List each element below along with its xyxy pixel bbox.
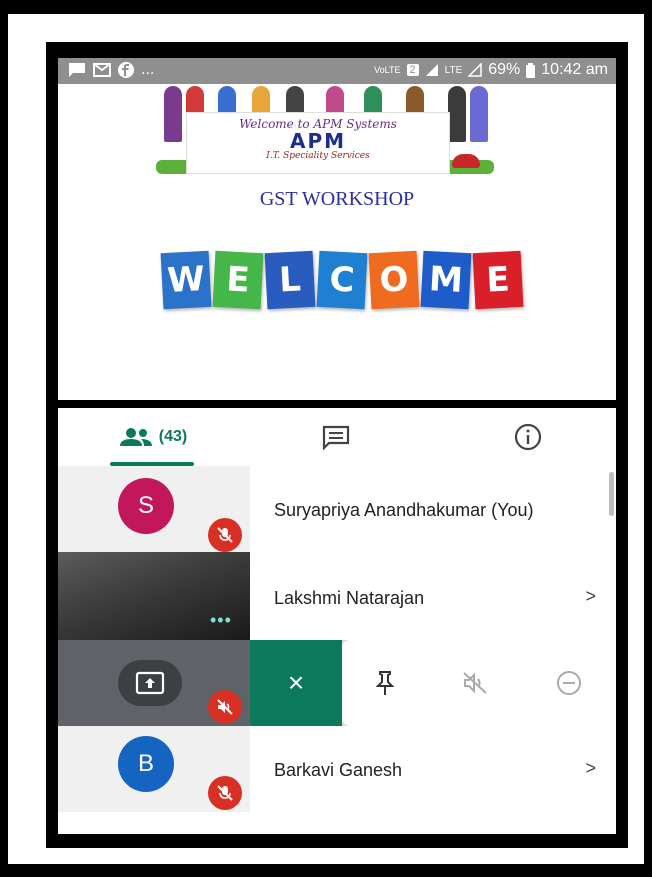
avatar: S	[118, 478, 174, 534]
signal-icon-2	[468, 63, 482, 77]
banner-subtitle: I.T. Speciality Services	[266, 151, 370, 161]
welcome-tile: E	[472, 250, 524, 310]
pin-icon	[375, 671, 395, 695]
chevron-right-icon[interactable]: >	[585, 758, 596, 779]
phone-screen: ... VoLTE 2 LTE 69% 10:42 am Welcome to …	[58, 58, 616, 834]
more-notifications: ...	[141, 61, 155, 78]
people-icon	[119, 428, 152, 446]
apm-logo: APM	[289, 129, 347, 153]
apm-banner: Welcome to APM Systems APM I.T. Speciali…	[156, 84, 494, 174]
people-count: (43)	[158, 428, 188, 445]
volume-off-icon	[217, 699, 233, 715]
status-bar: ... VoLTE 2 LTE 69% 10:42 am	[58, 58, 616, 84]
gmail-icon	[93, 63, 111, 77]
workshop-title: GST WORKSHOP	[259, 188, 415, 210]
close-icon: ×	[287, 667, 305, 698]
muted-mic-badge	[208, 776, 242, 810]
muted-mic-badge	[208, 690, 242, 724]
participant-row[interactable]: S Suryapriya Anandhakumar (You)	[58, 466, 616, 552]
tab-info[interactable]	[508, 408, 548, 466]
battery-percent: 69%	[488, 61, 521, 78]
message-icon	[69, 63, 85, 77]
person-figure	[448, 86, 466, 142]
mushroom-graphic	[452, 154, 480, 168]
more-options-dots[interactable]: •••	[210, 610, 232, 631]
participant-actions: ×	[58, 640, 616, 726]
welcome-tile: W	[160, 250, 212, 310]
chevron-right-icon[interactable]: >	[585, 586, 596, 607]
participant-row[interactable]: B Barkavi Ganesh >	[58, 726, 616, 812]
participant-list: S Suryapriya Anandhakumar (You) ••• Laks…	[58, 466, 616, 834]
participant-tile: S	[58, 466, 250, 552]
participant-name: Suryapriya Anandhakumar (You)	[274, 500, 534, 520]
info-icon	[514, 423, 542, 451]
mute-participant-button[interactable]	[460, 668, 490, 698]
battery-icon	[526, 62, 536, 78]
meeting-tabs: (43)	[58, 408, 616, 466]
welcome-tile: L	[264, 250, 316, 310]
present-screen-icon	[135, 671, 165, 695]
scrollbar[interactable]	[609, 472, 614, 516]
person-figure	[164, 86, 182, 142]
signal-icon	[425, 64, 438, 76]
slide-divider	[58, 400, 616, 408]
clock: 10:42 am	[541, 61, 608, 78]
mute-icon	[463, 672, 487, 694]
presenting-tile	[58, 640, 250, 726]
mic-off-icon	[217, 785, 233, 801]
welcome-tile: E	[212, 250, 264, 310]
participant-name: Barkavi Ganesh	[274, 760, 403, 780]
pin-button[interactable]	[370, 668, 400, 698]
welcome-tile: O	[368, 250, 420, 310]
tab-people[interactable]: (43)	[110, 408, 196, 466]
remove-icon	[557, 671, 581, 695]
mic-off-icon	[217, 527, 233, 543]
banner-card: Welcome to APM Systems APM I.T. Speciali…	[186, 112, 450, 174]
welcome-tile: M	[420, 250, 472, 310]
present-screen-button[interactable]	[118, 660, 182, 706]
avatar-initial: S	[137, 492, 154, 519]
avatar-initial: B	[137, 750, 154, 777]
status-right: VoLTE 2 LTE 69% 10:42 am	[374, 61, 608, 79]
avatar: B	[118, 736, 174, 792]
close-actions-button[interactable]: ×	[250, 640, 342, 726]
presentation-slide[interactable]: Welcome to APM Systems APM I.T. Speciali…	[58, 84, 616, 402]
participant-name: Lakshmi Natarajan	[274, 588, 425, 608]
welcome-tile: C	[316, 250, 368, 310]
muted-mic-badge	[208, 518, 242, 552]
welcome-tiles: WELCOME	[160, 250, 524, 310]
sim-badge: 2	[406, 64, 419, 76]
volte-label: VoLTE	[374, 65, 401, 75]
participant-row[interactable]: ••• Lakshmi Natarajan >	[58, 552, 616, 640]
person-figure	[470, 86, 488, 142]
participant-tile: B	[58, 726, 250, 812]
facebook-icon	[118, 62, 134, 78]
notification-icons: ...	[68, 61, 154, 79]
remove-participant-button[interactable]	[554, 668, 584, 698]
lte-label: LTE	[444, 64, 463, 76]
chat-icon	[322, 425, 350, 450]
actions-menu	[342, 640, 616, 726]
participant-video: •••	[58, 552, 250, 640]
tab-chat[interactable]	[316, 408, 356, 466]
